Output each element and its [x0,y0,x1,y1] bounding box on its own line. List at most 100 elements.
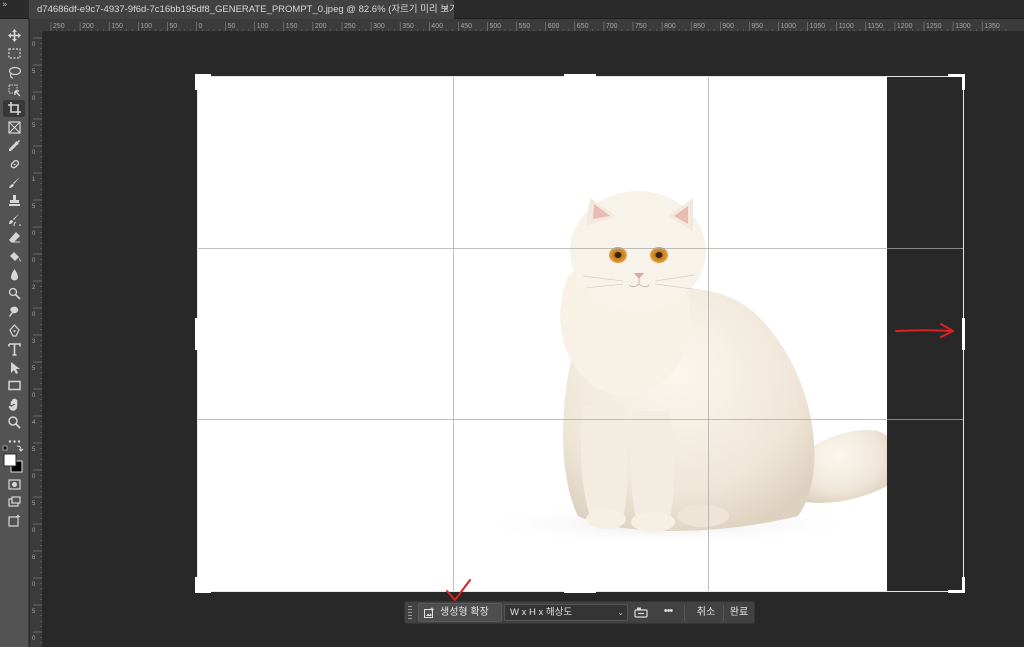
clone-stamp-tool-icon[interactable] [3,192,25,209]
crop-box[interactable] [197,76,964,592]
done-button[interactable]: 완료 [725,603,753,622]
ratio-dropdown[interactable]: W x H x 해상도 ⌄ [504,604,628,621]
paint-bucket-tool-icon[interactable] [3,248,25,265]
ruler-label: 0 [32,150,36,156]
ruler-corner [30,19,43,32]
ruler-label: 0 [32,231,36,237]
eraser-tool-icon[interactable] [3,229,25,246]
crop-handle-bottom-right[interactable] [962,577,965,593]
hand-tool-icon[interactable] [3,396,25,413]
ruler-label: 5 [32,447,36,453]
ruler-label: 1000 [781,23,797,30]
ruler-label: 0 [32,42,36,48]
vertical-ruler[interactable]: 0 5 0 5 0 1 5 0 0 2 0 3 5 0 4 5 0 5 0 6 0 5 0 [30,32,43,647]
ruler-label: 0 [32,258,36,264]
ruler-label: 850 [693,23,705,30]
crop-grid-line [198,419,963,420]
eyedropper-tool-icon[interactable] [3,137,25,154]
ruler-label: 1350 [984,23,1000,30]
generative-fill-icon[interactable] [3,512,25,529]
pen-tool-icon[interactable] [3,322,25,339]
object-selection-tool-icon[interactable] [3,82,25,99]
ruler-label: 950 [751,23,763,30]
marquee-tool-icon[interactable] [3,45,25,62]
rectangle-tool-icon[interactable] [3,377,25,394]
crop-tool-icon[interactable] [3,100,25,117]
ruler-label: 5 [32,69,36,75]
ruler-label: 3 [32,339,36,345]
crop-handle-right[interactable] [962,318,965,350]
dodge-tool-icon[interactable] [3,285,25,302]
zoom-tool-icon[interactable] [3,414,25,431]
ruler-label: 500 [490,23,502,30]
ruler-label: 700 [606,23,618,30]
ruler-label: 1 [32,177,36,183]
ruler-label: 100 [140,23,152,30]
crop-grid-line [198,248,963,249]
ruler-label: 250 [53,23,65,30]
ruler-label: 1150 [868,23,883,30]
ruler-label: 900 [722,23,734,30]
history-brush-tool-icon[interactable] [3,211,25,228]
ruler-label: 0 [32,393,36,399]
ruler-label: 1100 [839,23,854,30]
crop-handle-bottom-left[interactable] [195,577,198,593]
document-tab-bar: » d74686df-e9c7-4937-9f6d-7c16bb195df8_G… [0,0,1024,19]
drag-handle-icon[interactable] [408,605,412,621]
ruler-label: 5 [32,204,36,210]
close-tab-icon[interactable]: × [443,0,449,19]
generative-expand-icon [424,607,435,618]
ruler-label: 250 [344,23,356,30]
ruler-label: 300 [373,23,385,30]
blur-tool-icon[interactable] [3,266,25,283]
divider [684,605,685,621]
brush-tool-icon[interactable] [3,174,25,191]
ruler-label: 0 [32,528,36,534]
ruler-label: 1050 [810,23,826,30]
swap-colors-icon [16,445,24,452]
ruler-label: 0 [199,23,203,30]
horizontal-ruler[interactable]: 250 200 150 100 50 0 50 100 150 200 250 300 350 400 45… [43,19,1024,32]
ruler-label: 150 [111,23,123,30]
ruler-label: 0 [32,636,36,642]
burn-tool-icon[interactable] [3,303,25,320]
foreground-color-swatch [3,453,17,467]
contextual-task-bar: 생성형 확장 W x H x 해상도 ⌄ ••• 취소 완료 [404,601,755,624]
vertical-ruler-scale: 0 5 0 5 0 1 5 0 0 2 0 3 5 0 4 5 0 5 0 6 0 5 0 [32,37,42,644]
crop-handle-bottom[interactable] [564,590,596,593]
ruler-label: 0 [32,96,36,102]
ruler-label: 200 [82,23,94,30]
crop-handle-top[interactable] [564,74,596,77]
default-colors-icon [2,445,8,451]
crop-handle-left[interactable] [195,318,198,350]
crop-handle-top-right[interactable] [962,74,965,90]
more-options-icon[interactable]: ••• [659,603,677,622]
screen-mode-icon[interactable] [3,494,25,511]
generative-expand-label: 생성형 확장 [440,607,489,618]
photoshop-window: » d74686df-e9c7-4937-9f6d-7c16bb195df8_G… [0,0,1024,647]
ruler-label: 450 [460,23,472,30]
document-tab[interactable]: d74686df-e9c7-4937-9f6d-7c16bb195df8_GEN… [29,0,454,19]
ruler-label: 5 [32,501,36,507]
frame-tool-icon[interactable] [3,119,25,136]
healing-brush-tool-icon[interactable] [3,156,25,173]
type-tool-icon[interactable] [3,341,25,358]
straighten-icon[interactable] [633,605,649,620]
panel-collapse-icon[interactable]: » [2,0,16,12]
ratio-dropdown-value: W x H x 해상도 [510,607,573,618]
ruler-label: 5 [32,609,36,615]
ruler-label: 5 [32,366,36,372]
ruler-label: 100 [257,23,269,30]
crop-grid-line [708,77,709,591]
ruler-label: 150 [286,23,298,30]
generative-expand-button[interactable]: 생성형 확장 [418,603,502,622]
lasso-tool-icon[interactable] [3,64,25,81]
cancel-button[interactable]: 취소 [691,603,721,622]
quick-mask-icon[interactable] [3,476,25,493]
move-tool-icon[interactable] [3,27,25,44]
ruler-label: 650 [577,23,589,30]
ruler-label: 0 [32,582,36,588]
path-selection-tool-icon[interactable] [3,359,25,376]
ruler-label: 750 [635,23,647,30]
crop-handle-top-left[interactable] [195,74,198,90]
